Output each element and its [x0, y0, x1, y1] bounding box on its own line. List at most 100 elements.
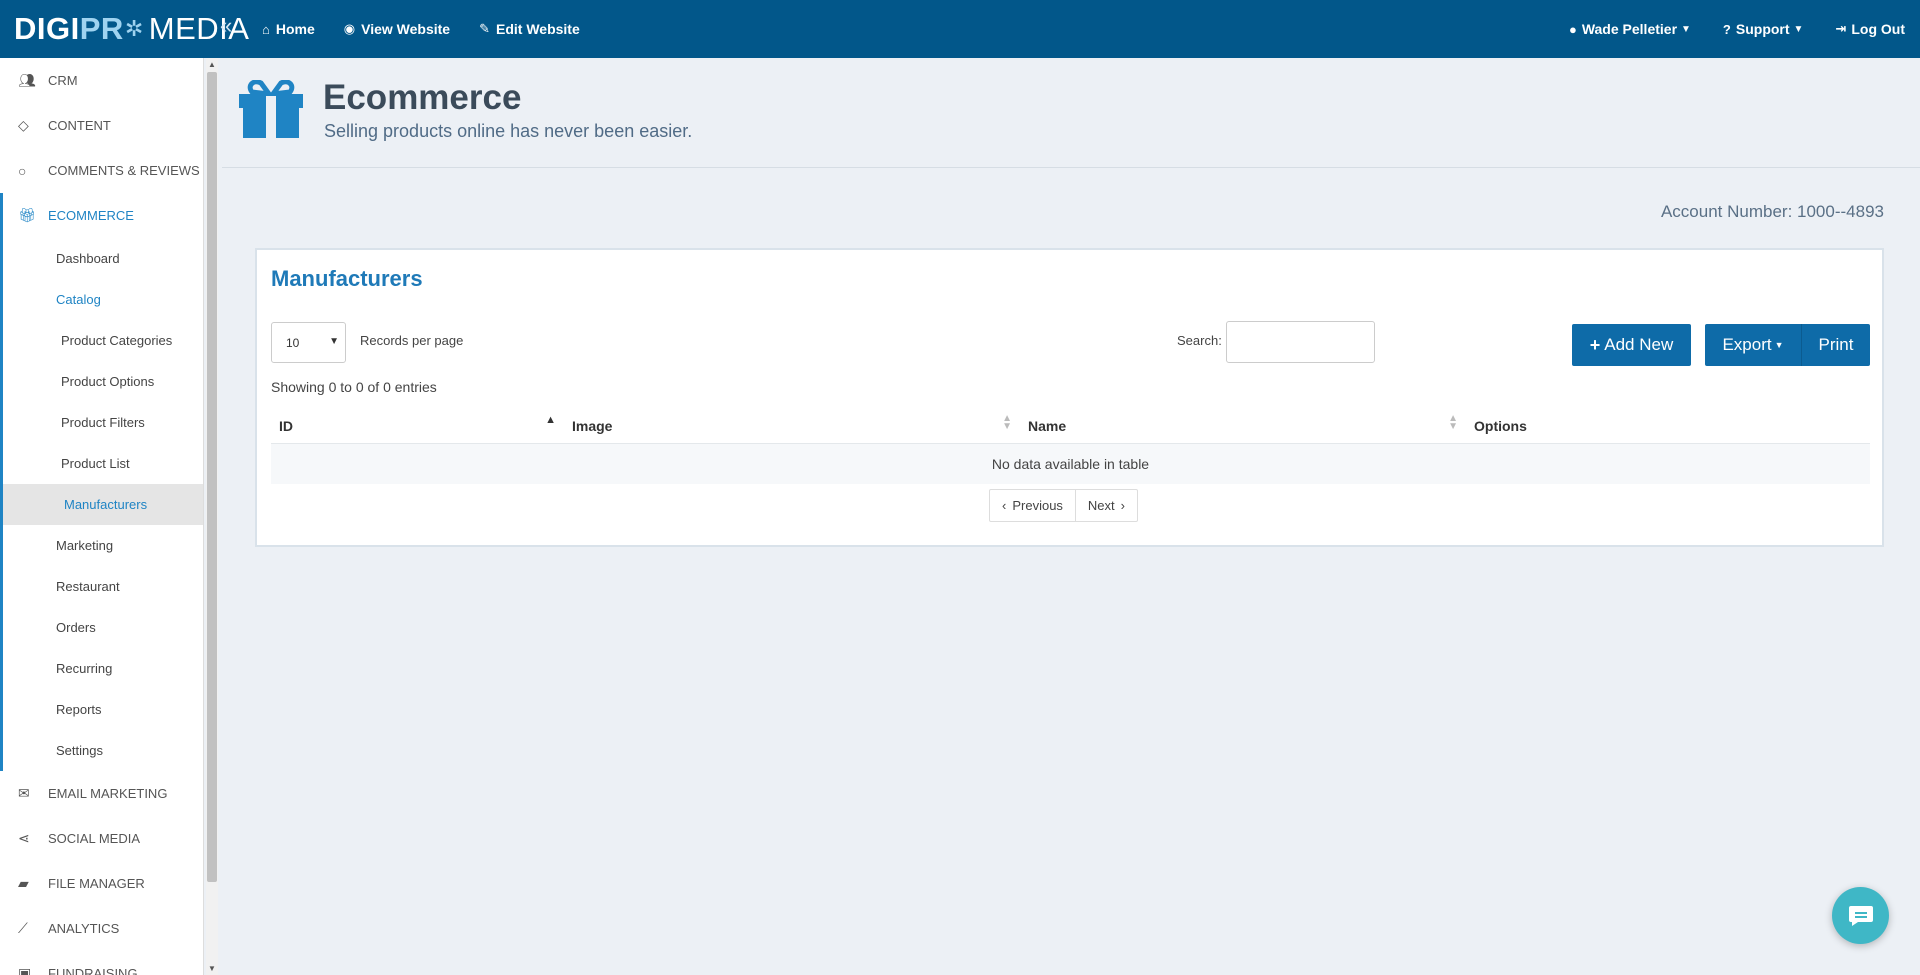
chevron-down-icon: ▼	[1793, 23, 1804, 35]
sidebar-item-file-manager[interactable]: ▰ FILE MANAGER	[0, 861, 203, 906]
user-circle-icon: ●	[1568, 21, 1577, 37]
sidebar-sub-label: Reports	[56, 702, 102, 717]
sidebar-sub-recurring[interactable]: Recurring	[3, 648, 203, 689]
nav-home-link[interactable]: ⌂ Home	[262, 21, 315, 37]
sidebar-sub-product-options[interactable]: Product Options	[3, 361, 203, 402]
sidebar-sub-label: Product Options	[61, 374, 155, 389]
sidebar-item-label: CONTENT	[48, 118, 111, 133]
chevron-left-icon: ‹	[1002, 498, 1007, 513]
sort-icon: ▲ ▼	[1448, 413, 1458, 432]
records-per-page-label: Records per page	[360, 333, 464, 348]
sidebar-sub-label: Restaurant	[56, 579, 120, 594]
question-circle-icon: ?	[1722, 21, 1731, 37]
column-label: Options	[1474, 417, 1527, 434]
column-header-image[interactable]: Image ▲ ▼	[564, 408, 1020, 443]
account-number: Account Number: 1000--4893	[1660, 202, 1884, 221]
sidebar-sub-manufacturers[interactable]: Manufacturers	[0, 484, 203, 525]
print-label: Print	[1818, 335, 1854, 354]
sidebar-item-comments[interactable]: ○ COMMENTS & REVIEWS	[0, 148, 203, 193]
chevron-down-icon: ▼	[1681, 23, 1691, 35]
home-icon: ⌂	[262, 21, 270, 37]
sidebar-sub-reports[interactable]: Reports	[3, 689, 203, 730]
share-icon: ⋖	[18, 830, 30, 846]
sidebar-item-label: FUNDRAISING	[48, 966, 138, 975]
nav-home-label: Home	[275, 21, 315, 37]
sidebar-sub-restaurant[interactable]: Restaurant	[3, 566, 203, 607]
sort-asc-icon: ▲	[545, 414, 556, 426]
comment-icon: ○	[18, 162, 27, 179]
envelope-icon: ✉	[18, 785, 30, 801]
chat-icon	[1848, 905, 1873, 926]
sidebar: 👥︎ CRM ◇ CONTENT ○ COMMENTS & REVIEWS 🎁︎…	[0, 58, 204, 975]
sidebar-sub-label: Manufacturers	[64, 497, 148, 512]
user-name: Wade Pelletier	[1581, 21, 1678, 37]
ecommerce-group: 🎁︎ ECOMMERCE Dashboard Catalog Product C…	[0, 193, 203, 771]
sidebar-item-ecommerce[interactable]: 🎁︎ ECOMMERCE	[3, 193, 203, 238]
showing-entries-text: Showing 0 to 0 of 0 entries	[271, 379, 437, 395]
caret-down-icon: ▼	[329, 336, 339, 347]
sidebar-item-label: EMAIL MARKETING	[48, 786, 168, 801]
scrollbar-thumb[interactable]	[207, 72, 217, 882]
sidebar-sub-label: Catalog	[56, 292, 101, 307]
sidebar-sub-orders[interactable]: Orders	[3, 607, 203, 648]
collapse-sidebar-icon[interactable]: «	[220, 13, 250, 39]
sidebar-sub-catalog[interactable]: Catalog	[3, 279, 203, 320]
sidebar-sub-label: Settings	[56, 743, 103, 758]
manufacturers-panel: Manufacturers 10 ▼ Records per page Sear…	[255, 248, 1884, 547]
logout-link[interactable]: ⇥ Log Out	[1835, 21, 1905, 37]
nav-edit-website-link[interactable]: ✎ Edit Website	[479, 21, 580, 37]
scroll-down-icon[interactable]: ▼	[208, 964, 216, 973]
scroll-up-icon[interactable]: ▲	[208, 60, 216, 69]
column-label: Image	[572, 417, 613, 434]
previous-button[interactable]: ‹ Previous	[990, 490, 1075, 521]
logout-icon: ⇥	[1835, 21, 1847, 36]
sidebar-item-label: ECOMMERCE	[48, 208, 134, 223]
export-print-group: Export ▼ Print	[1705, 324, 1870, 366]
sidebar-sub-label: Dashboard	[56, 251, 120, 266]
folder-icon: ▰	[18, 875, 29, 891]
nav-view-website-link[interactable]: ◉ View Website	[344, 21, 450, 37]
print-button[interactable]: Print	[1802, 324, 1870, 366]
logo-part-2: PR	[79, 11, 124, 46]
chevron-right-icon: ›	[1120, 498, 1125, 513]
page-title: Ecommerce	[323, 78, 522, 117]
eye-icon: ◉	[343, 21, 356, 36]
sidebar-sub-settings[interactable]: Settings	[3, 730, 203, 771]
sidebar-item-content[interactable]: ◇ CONTENT	[0, 103, 203, 148]
pagination: ‹ Previous Next ›	[989, 489, 1138, 522]
brand-logo[interactable]: DIGI PR ✲ MEDIA	[0, 0, 249, 58]
sidebar-item-social-media[interactable]: ⋖ SOCIAL MEDIA	[0, 816, 203, 861]
column-label: Name	[1028, 417, 1067, 434]
nav-view-website-label: View Website	[361, 21, 451, 37]
sidebar-sub-marketing[interactable]: Marketing	[3, 525, 203, 566]
sidebar-sub-label: Recurring	[56, 661, 113, 676]
sidebar-sub-product-categories[interactable]: Product Categories	[3, 320, 203, 361]
sidebar-item-analytics[interactable]: ⟋ ANALYTICS	[0, 906, 203, 951]
sidebar-scrollbar[interactable]: ▲ ▼	[206, 58, 218, 975]
column-header-id[interactable]: ID ▲	[271, 408, 564, 443]
logo-part-1: DIGI	[14, 11, 80, 46]
search-input[interactable]	[1226, 321, 1375, 363]
column-header-name[interactable]: Name ▲ ▼	[1020, 408, 1466, 443]
support-menu[interactable]: ? Support ▼	[1723, 21, 1804, 37]
sidebar-sub-label: Product List	[61, 456, 130, 471]
chat-widget-button[interactable]	[1832, 887, 1889, 944]
sidebar-item-crm[interactable]: 👥︎ CRM	[0, 58, 203, 103]
sidebar-sub-label: Marketing	[56, 538, 114, 553]
sidebar-item-fundraising[interactable]: ▣ FUNDRAISING	[0, 951, 203, 975]
edit-icon: ✎	[479, 21, 490, 36]
add-new-button[interactable]: + Add New	[1572, 324, 1691, 366]
next-button[interactable]: Next ›	[1074, 490, 1137, 521]
sidebar-sub-label: Product Categories	[61, 333, 173, 348]
records-per-page-select[interactable]: 10 ▼	[271, 322, 346, 363]
table-empty-row: No data available in table	[271, 444, 1870, 484]
panel-title: Manufacturers	[271, 266, 423, 291]
sidebar-item-email-marketing[interactable]: ✉ EMAIL MARKETING	[0, 771, 203, 816]
sidebar-sub-dashboard[interactable]: Dashboard	[3, 238, 203, 279]
sidebar-sub-product-filters[interactable]: Product Filters	[3, 402, 203, 443]
sidebar-sub-product-list[interactable]: Product List	[3, 443, 203, 484]
gear-icon: ✲	[124, 16, 144, 41]
sidebar-sub-label: Product Filters	[61, 415, 145, 430]
export-button[interactable]: Export ▼	[1705, 324, 1802, 366]
user-menu[interactable]: ● Wade Pelletier ▼	[1569, 21, 1691, 37]
